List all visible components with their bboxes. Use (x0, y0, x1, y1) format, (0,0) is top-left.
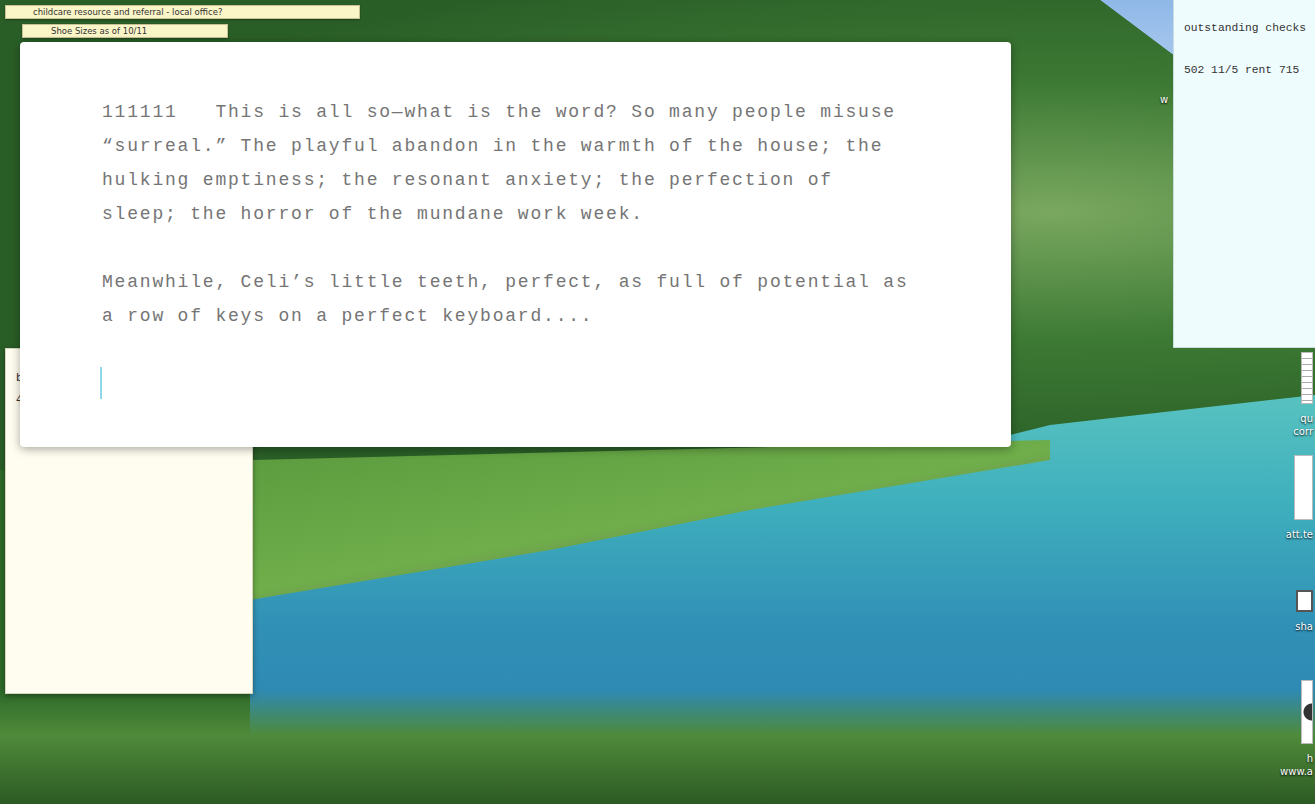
checks-note[interactable]: outstanding checks 502 11/5 rent 715 (1173, 0, 1315, 348)
text-caret (100, 367, 102, 399)
desktop-icon-label[interactable]: w (1160, 93, 1168, 106)
file-icon[interactable] (1301, 680, 1313, 744)
desktop: w qucorr att.te sha hwww.a outstanding c… (0, 0, 1315, 804)
note-title: outstanding checks (1184, 20, 1315, 36)
paragraph: Meanwhile, Celi’s little teeth, perfect,… (102, 265, 917, 333)
desktop-icon[interactable]: qucorr (1293, 352, 1313, 438)
desktop-icon[interactable]: att.te (1286, 455, 1313, 541)
paragraph: 111111 This is all so—what is the word? … (102, 95, 917, 231)
desktop-icon-label[interactable]: hwww.a (1280, 752, 1313, 778)
desktop-icon-label[interactable]: sha (1295, 620, 1313, 633)
desktop-icon-label[interactable]: att.te (1286, 528, 1313, 541)
desktop-icon-label[interactable]: qucorr (1293, 412, 1313, 438)
desktop-icon[interactable]: sha (1295, 590, 1313, 633)
desktop-icon[interactable]: hwww.a (1280, 680, 1313, 778)
collapsed-sticky[interactable]: childcare resource and referral - local … (5, 5, 360, 19)
editor-window[interactable]: 111111 This is all so—what is the word? … (20, 42, 1011, 447)
note-line: 502 11/5 rent 715 (1184, 62, 1315, 78)
file-icon[interactable] (1296, 590, 1313, 612)
editor-text[interactable]: 111111 This is all so—what is the word? … (102, 95, 917, 399)
wallpaper-plants (0, 690, 1315, 804)
file-icon[interactable] (1294, 455, 1313, 520)
file-icon[interactable] (1301, 352, 1313, 404)
desktop-icon[interactable]: w (1160, 93, 1168, 106)
collapsed-sticky[interactable]: Shoe Sizes as of 10/11 (22, 24, 228, 38)
